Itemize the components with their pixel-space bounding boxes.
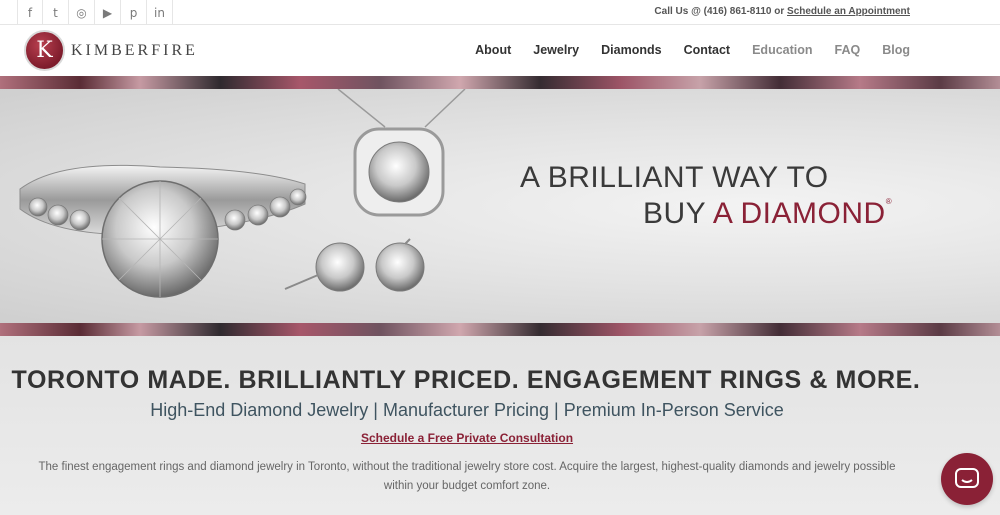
page-headline: TORONTO MADE. BRILLIANTLY PRICED. ENGAGE… <box>11 366 921 394</box>
youtube-icon[interactable]: ▶ <box>95 0 121 25</box>
earring-right <box>375 242 425 292</box>
page-subheadline: High-End Diamond Jewelry | Manufacturer … <box>150 400 784 420</box>
intro-section: TORONTO MADE. BRILLIANTLY PRICED. ENGAGE… <box>0 336 1000 515</box>
earring-left <box>315 242 365 292</box>
logo[interactable]: K KIMBERFIRE <box>24 30 198 71</box>
pinterest-icon[interactable]: p <box>121 0 147 25</box>
instagram-icon[interactable]: ◎ <box>69 0 95 25</box>
consultation-link[interactable]: Schedule a Free Private Consultation <box>0 431 934 445</box>
facebook-icon[interactable]: f <box>17 0 43 25</box>
hero-band-top <box>0 76 1000 89</box>
social-links: f t ◎ ▶ p in <box>17 0 173 25</box>
pendant-diamond <box>368 141 430 203</box>
hero-tagline-line1: A BRILLIANT WAY TO <box>520 161 829 194</box>
registered-mark: ® <box>885 197 893 206</box>
site-header: K KIMBERFIRE About Jewelry Diamonds Cont… <box>0 26 1000 76</box>
nav-education[interactable]: Education <box>752 43 812 57</box>
phone-text: Call Us @ (416) 861-8110 or <box>654 6 788 17</box>
nav-contact[interactable]: Contact <box>684 43 731 57</box>
hero-band-bottom <box>0 323 1000 336</box>
hero-tagline-prefix: BUY <box>643 197 713 230</box>
intro-description: The finest engagement rings and diamond … <box>38 461 896 492</box>
main-nav: About Jewelry Diamonds Contact Education… <box>453 43 910 57</box>
top-bar: f t ◎ ▶ p in Call Us @ (416) 861-8110 or… <box>0 0 1000 25</box>
chat-icon <box>955 468 979 488</box>
hero-tagline-accent: A DIAMOND <box>712 197 886 230</box>
nav-faq[interactable]: FAQ <box>835 43 861 57</box>
schedule-appointment-link[interactable]: Schedule an Appointment <box>787 6 910 17</box>
nav-jewelry[interactable]: Jewelry <box>533 43 579 57</box>
hero-banner[interactable]: A BRILLIANT WAY TO BUY A DIAMOND® <box>0 89 1000 323</box>
linkedin-icon[interactable]: in <box>147 0 173 25</box>
nav-about[interactable]: About <box>475 43 511 57</box>
contact-info: Call Us @ (416) 861-8110 or Schedule an … <box>654 6 910 17</box>
hero-tagline-line2: BUY A DIAMOND® <box>643 197 892 231</box>
logo-mark: K <box>24 30 65 71</box>
nav-blog[interactable]: Blog <box>882 43 910 57</box>
chat-button[interactable] <box>941 453 993 505</box>
nav-diamonds[interactable]: Diamonds <box>601 43 661 57</box>
pendant-chain <box>337 89 466 128</box>
logo-text: KIMBERFIRE <box>71 41 198 59</box>
twitter-icon[interactable]: t <box>43 0 69 25</box>
